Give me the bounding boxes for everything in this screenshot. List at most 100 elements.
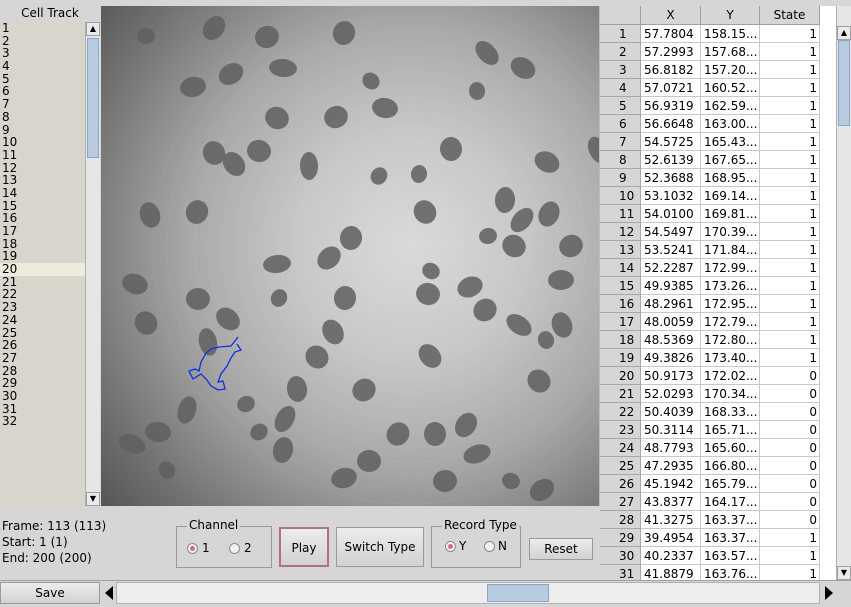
table-row[interactable]: 6 56.6648 163.00... 1 — [600, 115, 836, 133]
cell-track-item[interactable]: 11 — [0, 149, 85, 162]
table-cell-y: 157.68... — [701, 43, 760, 61]
cell-track-item[interactable]: 14 — [0, 187, 85, 200]
channel-1-radio[interactable] — [187, 543, 198, 554]
table-cell-st: 0 — [760, 403, 820, 421]
table-cell-st: 0 — [760, 421, 820, 439]
scroll-down-button[interactable]: ▼ — [86, 492, 100, 506]
table-header-index[interactable] — [600, 6, 641, 25]
table-row[interactable]: 7 54.5725 165.43... 1 — [600, 133, 836, 151]
table-cell-x: 49.9385 — [641, 277, 701, 295]
table-row[interactable]: 20 50.9173 172.02... 0 — [600, 367, 836, 385]
table-cell-x: 56.9319 — [641, 97, 701, 115]
channel-2-radio[interactable] — [229, 543, 240, 554]
cell-track-item[interactable]: 32 — [0, 415, 85, 428]
table-cell-idx: 25 — [600, 457, 641, 475]
cell-track-list[interactable]: 1 2 3 4 5 6 7 8 9 10 11 12 13 14 15 16 17 18 19 20 21 22 23 24 2… — [0, 22, 85, 506]
reset-button[interactable]: Reset — [529, 538, 593, 560]
table-scroll-down-button[interactable]: ▼ — [837, 566, 851, 580]
table-row[interactable]: 23 50.3114 165.71... 0 — [600, 421, 836, 439]
scroll-up-button[interactable]: ▲ — [86, 22, 100, 36]
table-row[interactable]: 13 53.5241 171.84... 1 — [600, 241, 836, 259]
cell-track-item[interactable]: 4 — [0, 60, 85, 73]
cell-track-item[interactable]: 7 — [0, 98, 85, 111]
coordinates-table[interactable]: X Y State 1 57.7804 158.15... 1 2 57.2993 157.68.… — [600, 6, 836, 580]
table-cell-y: 170.34... — [701, 385, 760, 403]
switch-type-button[interactable]: Switch Type — [336, 527, 424, 567]
table-row[interactable]: 5 56.9319 162.59... 1 — [600, 97, 836, 115]
table-cell-y: 165.43... — [701, 133, 760, 151]
cell-track-item[interactable]: 1 — [0, 22, 85, 35]
cell-track-item[interactable]: 17 — [0, 225, 85, 238]
cell-track-item[interactable]: 24 — [0, 314, 85, 327]
h-scroll-left-button[interactable] — [102, 582, 116, 604]
table-row[interactable]: 12 54.5497 170.39... 1 — [600, 223, 836, 241]
table-header-x[interactable]: X — [641, 6, 701, 25]
table-cell-x: 53.1032 — [641, 187, 701, 205]
table-cell-st: 0 — [760, 385, 820, 403]
table-cell-st: 1 — [760, 205, 820, 223]
table-row[interactable]: 21 52.0293 170.34... 0 — [600, 385, 836, 403]
play-button[interactable]: Play — [279, 527, 329, 567]
h-scroll-right-button[interactable] — [822, 582, 836, 604]
arrow-left-icon — [105, 586, 113, 600]
record-y-radio[interactable] — [445, 541, 456, 552]
cell-track-item[interactable]: 8 — [0, 111, 85, 124]
table-row[interactable]: 25 47.2935 166.80... 0 — [600, 457, 836, 475]
table-cell-x: 54.0100 — [641, 205, 701, 223]
table-scroll-thumb[interactable] — [838, 40, 850, 126]
table-row[interactable]: 22 50.4039 168.33... 0 — [600, 403, 836, 421]
cell-blobs — [118, 15, 599, 502]
microscopy-image-view[interactable] — [101, 6, 600, 506]
table-row[interactable]: 28 41.3275 163.37... 0 — [600, 511, 836, 529]
record-n-radio[interactable] — [484, 541, 495, 552]
table-row[interactable]: 19 49.3826 173.40... 1 — [600, 349, 836, 367]
table-row[interactable]: 2 57.2993 157.68... 1 — [600, 43, 836, 61]
table-row[interactable]: 17 48.0059 172.79... 1 — [600, 313, 836, 331]
table-cell-st: 1 — [760, 529, 820, 547]
cell-list-scrollbar[interactable]: ▲ ▼ — [85, 22, 100, 506]
table-cell-y: 165.60... — [701, 439, 760, 457]
table-header-y[interactable]: Y — [701, 6, 760, 25]
table-cell-idx: 15 — [600, 277, 641, 295]
cell-track-item[interactable]: 30 — [0, 390, 85, 403]
cell-track-item[interactable]: 27 — [0, 352, 85, 365]
table-row[interactable]: 10 53.1032 169.14... 1 — [600, 187, 836, 205]
cell-track-item[interactable]: 26 — [0, 339, 85, 352]
table-row[interactable]: 11 54.0100 169.81... 1 — [600, 205, 836, 223]
cell-track-item[interactable]: 20 — [0, 263, 85, 276]
table-row[interactable]: 24 48.7793 165.60... 0 — [600, 439, 836, 457]
cell-track-item[interactable]: 5 — [0, 73, 85, 86]
table-row[interactable]: 1 57.7804 158.15... 1 — [600, 25, 836, 43]
cell-track-item[interactable]: 10 — [0, 136, 85, 149]
table-cell-x: 56.6648 — [641, 115, 701, 133]
table-cell-y: 165.79... — [701, 475, 760, 493]
table-row[interactable]: 30 40.2337 163.57... 1 — [600, 547, 836, 565]
table-row[interactable]: 4 57.0721 160.52... 1 — [600, 79, 836, 97]
cell-track-item[interactable]: 3 — [0, 47, 85, 60]
table-row[interactable]: 9 52.3688 168.95... 1 — [600, 169, 836, 187]
table-row[interactable]: 26 45.1942 165.79... 0 — [600, 475, 836, 493]
table-scroll-up-button[interactable]: ▲ — [837, 26, 851, 40]
cell-track-item[interactable]: 2 — [0, 34, 85, 48]
record-type-group: Record Type Y N — [431, 518, 521, 568]
table-row[interactable]: 31 41.8879 163.76... 1 — [600, 565, 836, 580]
table-row[interactable]: 8 52.6139 167.65... 1 — [600, 151, 836, 169]
cell-track-item[interactable]: 6 — [0, 85, 85, 98]
save-button[interactable]: Save — [0, 582, 100, 604]
table-cell-x: 50.9173 — [641, 367, 701, 385]
table-cell-idx: 9 — [600, 169, 641, 187]
cell-track-item[interactable]: 23 — [0, 301, 85, 314]
table-row[interactable]: 27 43.8377 164.17... 0 — [600, 493, 836, 511]
table-scrollbar[interactable]: ▲ ▼ — [836, 6, 851, 580]
table-row[interactable]: 15 49.9385 173.26... 1 — [600, 277, 836, 295]
h-scroll-thumb[interactable] — [487, 584, 549, 602]
table-row[interactable]: 18 48.5369 172.80... 1 — [600, 331, 836, 349]
horizontal-scrollbar[interactable] — [116, 582, 820, 604]
table-cell-x: 56.8182 — [641, 61, 701, 79]
table-header-state[interactable]: State — [760, 6, 820, 25]
table-row[interactable]: 3 56.8182 157.20... 1 — [600, 61, 836, 79]
cell-list-scroll-thumb[interactable] — [87, 38, 99, 158]
table-row[interactable]: 14 52.2287 172.99... 1 — [600, 259, 836, 277]
table-row[interactable]: 16 48.2961 172.95... 1 — [600, 295, 836, 313]
table-row[interactable]: 29 39.4954 163.37... 1 — [600, 529, 836, 547]
